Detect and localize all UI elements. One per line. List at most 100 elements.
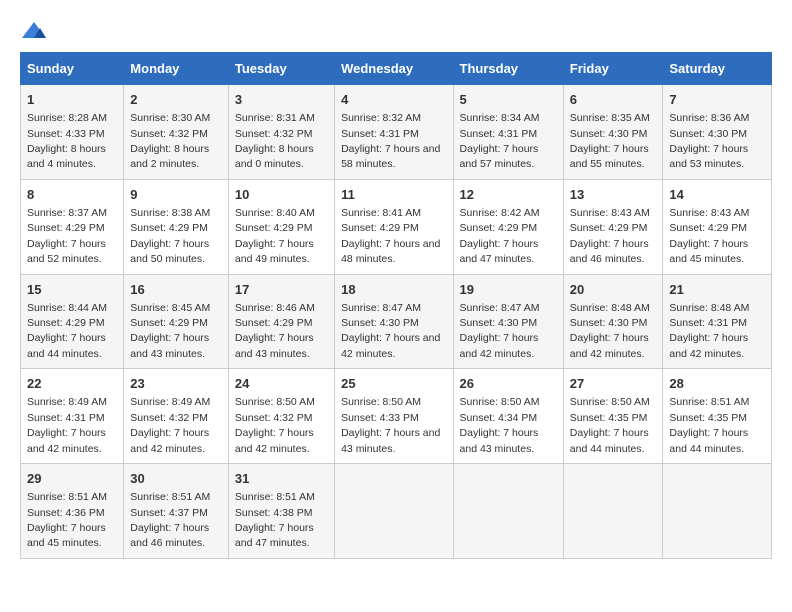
day-info: Sunrise: 8:49 AMSunset: 4:32 PMDaylight:… xyxy=(130,396,210,454)
header-row: SundayMondayTuesdayWednesdayThursdayFrid… xyxy=(21,53,772,85)
day-number: 24 xyxy=(235,375,328,393)
day-number: 11 xyxy=(341,186,446,204)
calendar-cell: 22 Sunrise: 8:49 AMSunset: 4:31 PMDayligh… xyxy=(21,369,124,464)
day-info: Sunrise: 8:50 AMSunset: 4:34 PMDaylight:… xyxy=(460,396,540,454)
week-row-4: 22 Sunrise: 8:49 AMSunset: 4:31 PMDayligh… xyxy=(21,369,772,464)
calendar-cell: 2Sunrise: 8:30 AMSunset: 4:32 PMDaylight… xyxy=(124,85,229,180)
col-header-sunday: Sunday xyxy=(21,53,124,85)
calendar-cell: 31 Sunrise: 8:51 AMSunset: 4:38 PMDayligh… xyxy=(228,464,334,559)
day-number: 15 xyxy=(27,281,117,299)
calendar-cell: 8 Sunrise: 8:37 AMSunset: 4:29 PMDaylight… xyxy=(21,179,124,274)
day-info: Sunrise: 8:34 AMSunset: 4:31 PMDaylight:… xyxy=(460,112,540,170)
day-info: Sunrise: 8:32 AMSunset: 4:31 PMDaylight:… xyxy=(341,112,440,170)
day-info: Sunrise: 8:30 AMSunset: 4:32 PMDaylight:… xyxy=(130,112,210,170)
col-header-saturday: Saturday xyxy=(663,53,772,85)
day-info: Sunrise: 8:46 AMSunset: 4:29 PMDaylight:… xyxy=(235,302,315,360)
calendar-cell: 27 Sunrise: 8:50 AMSunset: 4:35 PMDayligh… xyxy=(563,369,663,464)
day-number: 29 xyxy=(27,470,117,488)
day-info: Sunrise: 8:51 AMSunset: 4:38 PMDaylight:… xyxy=(235,491,315,549)
calendar-cell: 20Sunrise: 8:48 AMSunset: 4:30 PMDayligh… xyxy=(563,274,663,369)
calendar-cell: 4 Sunrise: 8:32 AMSunset: 4:31 PMDaylight… xyxy=(335,85,453,180)
logo xyxy=(20,20,52,42)
day-number: 30 xyxy=(130,470,222,488)
day-number: 26 xyxy=(460,375,557,393)
day-number: 19 xyxy=(460,281,557,299)
calendar-cell: 19 Sunrise: 8:47 AMSunset: 4:30 PMDayligh… xyxy=(453,274,563,369)
day-info: Sunrise: 8:44 AMSunset: 4:29 PMDaylight:… xyxy=(27,302,107,360)
day-number: 27 xyxy=(570,375,657,393)
day-number: 17 xyxy=(235,281,328,299)
calendar-cell: 7 Sunrise: 8:36 AMSunset: 4:30 PMDaylight… xyxy=(663,85,772,180)
calendar-cell xyxy=(453,464,563,559)
week-row-1: 1Sunrise: 8:28 AMSunset: 4:33 PMDaylight… xyxy=(21,85,772,180)
day-number: 4 xyxy=(341,91,446,109)
col-header-tuesday: Tuesday xyxy=(228,53,334,85)
week-row-5: 29 Sunrise: 8:51 AMSunset: 4:36 PMDayligh… xyxy=(21,464,772,559)
day-info: Sunrise: 8:40 AMSunset: 4:29 PMDaylight:… xyxy=(235,207,315,265)
calendar-cell: 6Sunrise: 8:35 AMSunset: 4:30 PMDaylight… xyxy=(563,85,663,180)
day-number: 7 xyxy=(669,91,765,109)
col-header-thursday: Thursday xyxy=(453,53,563,85)
col-header-wednesday: Wednesday xyxy=(335,53,453,85)
calendar-cell: 11 Sunrise: 8:41 AMSunset: 4:29 PMDayligh… xyxy=(335,179,453,274)
day-info: Sunrise: 8:50 AMSunset: 4:35 PMDaylight:… xyxy=(570,396,650,454)
day-number: 16 xyxy=(130,281,222,299)
col-header-monday: Monday xyxy=(124,53,229,85)
day-number: 21 xyxy=(669,281,765,299)
calendar-cell: 1Sunrise: 8:28 AMSunset: 4:33 PMDaylight… xyxy=(21,85,124,180)
logo-icon xyxy=(20,20,48,42)
day-info: Sunrise: 8:36 AMSunset: 4:30 PMDaylight:… xyxy=(669,112,749,170)
day-number: 31 xyxy=(235,470,328,488)
calendar-cell: 24Sunrise: 8:50 AMSunset: 4:32 PMDayligh… xyxy=(228,369,334,464)
calendar-cell: 16Sunrise: 8:45 AMSunset: 4:29 PMDayligh… xyxy=(124,274,229,369)
day-number: 3 xyxy=(235,91,328,109)
day-info: Sunrise: 8:38 AMSunset: 4:29 PMDaylight:… xyxy=(130,207,210,265)
day-info: Sunrise: 8:35 AMSunset: 4:30 PMDaylight:… xyxy=(570,112,650,170)
day-info: Sunrise: 8:43 AMSunset: 4:29 PMDaylight:… xyxy=(570,207,650,265)
day-number: 20 xyxy=(570,281,657,299)
calendar-cell: 25 Sunrise: 8:50 AMSunset: 4:33 PMDayligh… xyxy=(335,369,453,464)
day-info: Sunrise: 8:47 AMSunset: 4:30 PMDaylight:… xyxy=(341,302,440,360)
calendar-cell: 14Sunrise: 8:43 AMSunset: 4:29 PMDayligh… xyxy=(663,179,772,274)
day-info: Sunrise: 8:37 AMSunset: 4:29 PMDaylight:… xyxy=(27,207,107,265)
calendar-cell: 3Sunrise: 8:31 AMSunset: 4:32 PMDaylight… xyxy=(228,85,334,180)
day-info: Sunrise: 8:42 AMSunset: 4:29 PMDaylight:… xyxy=(460,207,540,265)
day-info: Sunrise: 8:28 AMSunset: 4:33 PMDaylight:… xyxy=(27,112,107,170)
calendar-cell: 18 Sunrise: 8:47 AMSunset: 4:30 PMDayligh… xyxy=(335,274,453,369)
day-info: Sunrise: 8:43 AMSunset: 4:29 PMDaylight:… xyxy=(669,207,749,265)
calendar-cell: 30 Sunrise: 8:51 AMSunset: 4:37 PMDayligh… xyxy=(124,464,229,559)
calendar-cell: 15 Sunrise: 8:44 AMSunset: 4:29 PMDayligh… xyxy=(21,274,124,369)
calendar-cell xyxy=(335,464,453,559)
day-number: 8 xyxy=(27,186,117,204)
day-info: Sunrise: 8:41 AMSunset: 4:29 PMDaylight:… xyxy=(341,207,440,265)
calendar-cell xyxy=(663,464,772,559)
day-info: Sunrise: 8:50 AMSunset: 4:33 PMDaylight:… xyxy=(341,396,440,454)
calendar-cell: 17 Sunrise: 8:46 AMSunset: 4:29 PMDayligh… xyxy=(228,274,334,369)
day-number: 5 xyxy=(460,91,557,109)
week-row-3: 15 Sunrise: 8:44 AMSunset: 4:29 PMDayligh… xyxy=(21,274,772,369)
day-number: 12 xyxy=(460,186,557,204)
day-number: 28 xyxy=(669,375,765,393)
day-number: 10 xyxy=(235,186,328,204)
day-info: Sunrise: 8:51 AMSunset: 4:37 PMDaylight:… xyxy=(130,491,210,549)
calendar-cell: 21 Sunrise: 8:48 AMSunset: 4:31 PMDayligh… xyxy=(663,274,772,369)
day-info: Sunrise: 8:48 AMSunset: 4:31 PMDaylight:… xyxy=(669,302,749,360)
calendar-cell: 12 Sunrise: 8:42 AMSunset: 4:29 PMDayligh… xyxy=(453,179,563,274)
calendar-cell xyxy=(563,464,663,559)
calendar-cell: 10 Sunrise: 8:40 AMSunset: 4:29 PMDayligh… xyxy=(228,179,334,274)
header xyxy=(20,20,772,42)
day-number: 18 xyxy=(341,281,446,299)
col-header-friday: Friday xyxy=(563,53,663,85)
day-info: Sunrise: 8:51 AMSunset: 4:36 PMDaylight:… xyxy=(27,491,107,549)
day-number: 13 xyxy=(570,186,657,204)
day-number: 25 xyxy=(341,375,446,393)
day-info: Sunrise: 8:47 AMSunset: 4:30 PMDaylight:… xyxy=(460,302,540,360)
day-number: 9 xyxy=(130,186,222,204)
calendar-cell: 29 Sunrise: 8:51 AMSunset: 4:36 PMDayligh… xyxy=(21,464,124,559)
calendar-cell: 26 Sunrise: 8:50 AMSunset: 4:34 PMDayligh… xyxy=(453,369,563,464)
calendar-cell: 28Sunrise: 8:51 AMSunset: 4:35 PMDayligh… xyxy=(663,369,772,464)
calendar-cell: 13 Sunrise: 8:43 AMSunset: 4:29 PMDayligh… xyxy=(563,179,663,274)
day-number: 22 xyxy=(27,375,117,393)
day-info: Sunrise: 8:49 AMSunset: 4:31 PMDaylight:… xyxy=(27,396,107,454)
week-row-2: 8 Sunrise: 8:37 AMSunset: 4:29 PMDaylight… xyxy=(21,179,772,274)
